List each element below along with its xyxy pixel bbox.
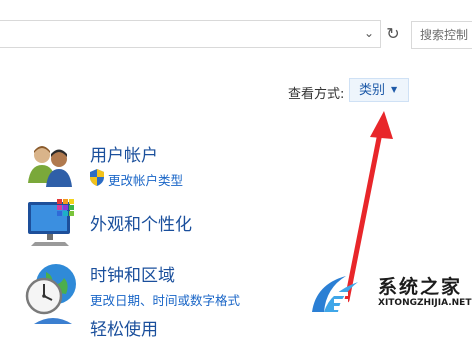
watermark-name: 系统之家 [378,276,463,298]
watermark-domain: XITONGZHIJIA.NET [378,298,472,308]
watermark-logo [312,276,358,312]
